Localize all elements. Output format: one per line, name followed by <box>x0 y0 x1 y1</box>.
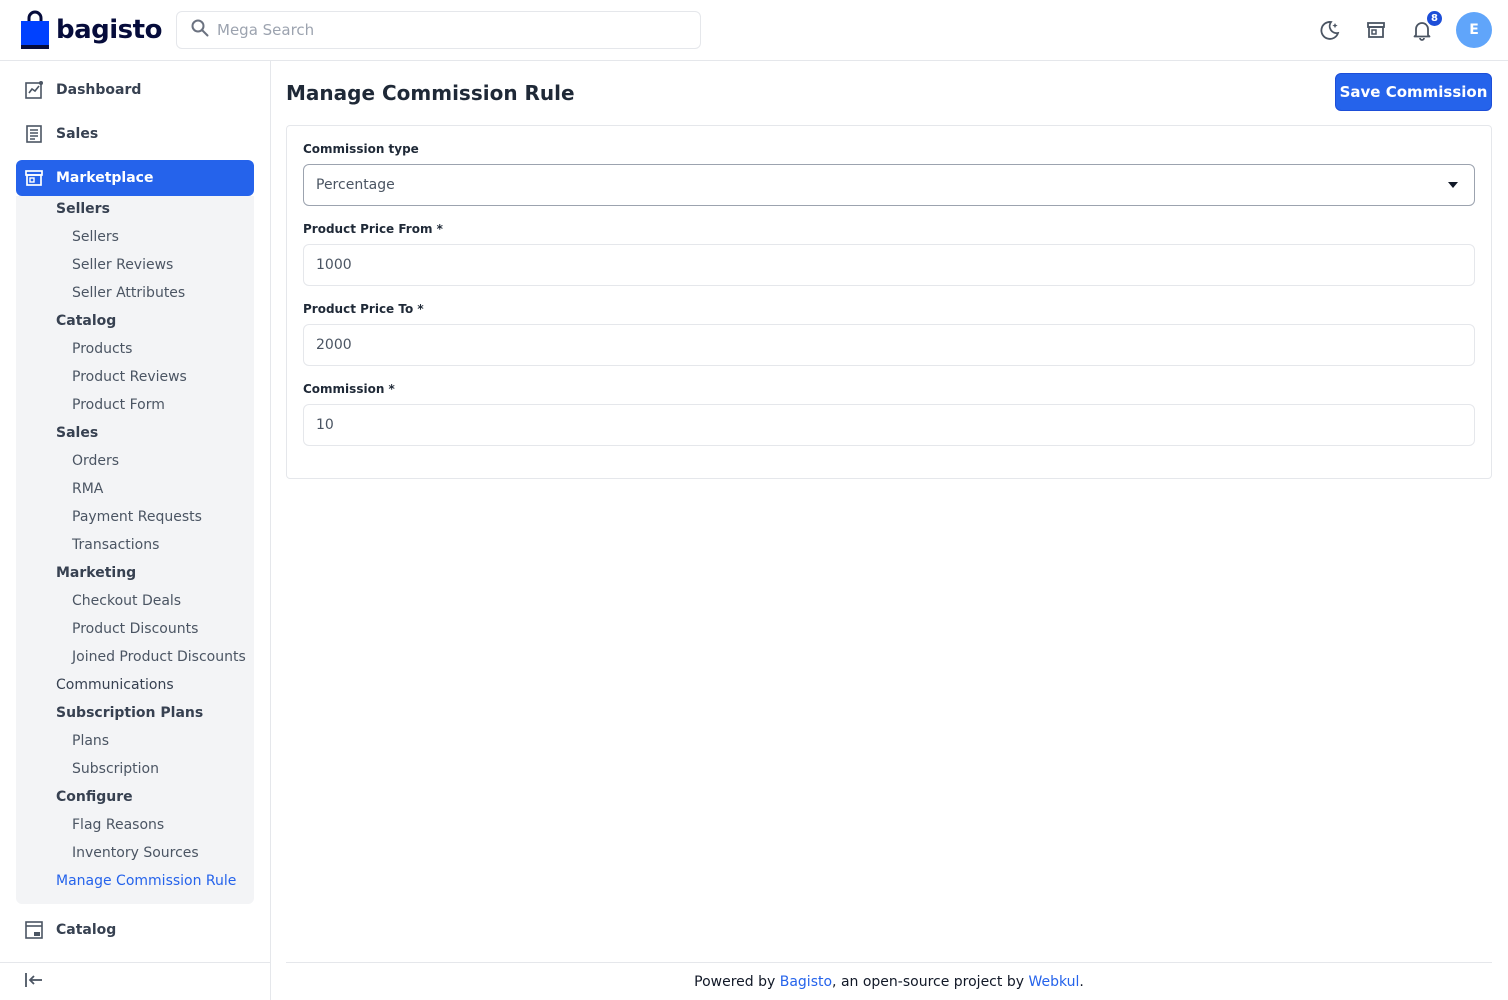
price-to-value: 2000 <box>316 337 352 353</box>
sidebar-subitem[interactable]: Communications <box>56 677 174 693</box>
sidebar-subitem[interactable]: Configure <box>56 789 133 805</box>
sidebar-subitem[interactable]: Subscription Plans <box>56 705 203 721</box>
price-to-label: Product Price To * <box>303 302 424 316</box>
page-title: Manage Commission Rule <box>286 81 575 105</box>
label-text: Commission <box>303 382 385 396</box>
save-commission-button[interactable]: Save Commission <box>1335 73 1492 111</box>
sidebar-item-dashboard[interactable]: Dashboard <box>16 72 254 108</box>
notification-count-badge: 8 <box>1425 9 1444 28</box>
sidebar-subitem[interactable]: Sales <box>56 425 98 441</box>
search-input[interactable] <box>217 21 677 39</box>
commission-form-card: Commission type Percentage Product Price… <box>286 125 1492 479</box>
footer-suffix: . <box>1079 973 1084 990</box>
sidebar-item-marketplace[interactable]: Marketplace <box>16 160 254 196</box>
label-text: Product Price To <box>303 302 414 316</box>
shopping-bag-icon <box>20 10 50 50</box>
sidebar-subitem[interactable]: Product Reviews <box>72 369 187 385</box>
dropdown-caret-icon <box>1448 182 1458 188</box>
sidebar-item-catalog[interactable]: Catalog <box>16 912 254 948</box>
brand-name: bagisto <box>56 15 162 45</box>
top-bar: bagisto 8 E <box>0 0 1508 61</box>
sidebar-subitem[interactable]: Inventory Sources <box>72 845 199 861</box>
price-from-value: 1000 <box>316 257 352 273</box>
price-to-input[interactable]: 2000 <box>303 324 1475 366</box>
commission-value: 10 <box>316 417 334 433</box>
dashboard-chart-icon <box>24 80 44 100</box>
sidebar-subitem-current[interactable]: Manage Commission Rule <box>56 873 236 889</box>
sidebar-subitem[interactable]: Orders <box>72 453 119 469</box>
marketplace-store-icon <box>24 168 44 188</box>
sidebar-item-label: Sales <box>56 126 99 142</box>
sidebar-subitem[interactable]: Transactions <box>72 537 159 553</box>
required-asterisk: * <box>436 222 443 236</box>
commission-label: Commission * <box>303 382 395 396</box>
mega-search[interactable] <box>176 11 701 49</box>
storefront-icon[interactable] <box>1364 18 1388 42</box>
sidebar-subitem[interactable]: Flag Reasons <box>72 817 164 833</box>
required-asterisk: * <box>388 382 395 396</box>
collapse-sidebar-button[interactable] <box>0 962 271 1000</box>
search-icon <box>191 19 209 41</box>
header-actions: 8 E <box>1318 9 1492 48</box>
sidebar-item-sales[interactable]: Sales <box>16 116 254 152</box>
user-avatar[interactable]: E <box>1456 12 1492 48</box>
sidebar-subitem[interactable]: Sellers <box>72 229 119 245</box>
sidebar-subitem[interactable]: Sellers <box>56 201 110 217</box>
sidebar-subitem[interactable]: Checkout Deals <box>72 593 181 609</box>
sidebar-subitem[interactable]: Joined Product Discounts <box>72 649 246 665</box>
sidebar-subitem[interactable]: Payment Requests <box>72 509 202 525</box>
catalog-icon <box>24 920 44 940</box>
commission-type-label: Commission type <box>303 142 419 156</box>
sidebar-subitem[interactable]: Products <box>72 341 132 357</box>
sidebar-subitem[interactable]: Plans <box>72 733 109 749</box>
sidebar-subitem[interactable]: Catalog <box>56 313 116 329</box>
sidebar-subitem[interactable]: Seller Reviews <box>72 257 173 273</box>
price-from-input[interactable]: 1000 <box>303 244 1475 286</box>
dark-mode-icon[interactable] <box>1318 18 1342 42</box>
receipt-icon <box>24 124 44 144</box>
sidebar-subitem[interactable]: Seller Attributes <box>72 285 185 301</box>
brand-logo[interactable]: bagisto <box>20 10 162 50</box>
commission-type-value: Percentage <box>316 177 395 193</box>
webkul-link[interactable]: Webkul <box>1028 974 1079 990</box>
sidebar-subitem[interactable]: Marketing <box>56 565 136 581</box>
collapse-arrow-icon <box>24 970 44 994</box>
required-asterisk: * <box>417 302 424 316</box>
sidebar-item-label: Dashboard <box>56 82 142 98</box>
sidebar: Dashboard Sales Marketplace Sellers Selle… <box>0 61 271 1000</box>
label-text: Product Price From <box>303 222 433 236</box>
notification-bell-icon[interactable]: 8 <box>1410 9 1444 42</box>
marketplace-submenu: Sellers Sellers Seller Reviews Seller Attri… <box>16 196 254 904</box>
footer-middle: , an open-source project by <box>832 973 1024 990</box>
label-text: Commission type <box>303 142 419 156</box>
sidebar-subitem[interactable]: Product Discounts <box>72 621 198 637</box>
footer-prefix: Powered by <box>694 973 776 990</box>
sidebar-subitem[interactable]: Subscription <box>72 761 159 777</box>
bagisto-link[interactable]: Bagisto <box>780 974 832 990</box>
price-from-label: Product Price From * <box>303 222 443 236</box>
sidebar-item-label: Catalog <box>56 922 117 938</box>
sidebar-subitem[interactable]: RMA <box>72 481 103 497</box>
sidebar-subitem[interactable]: Product Form <box>72 397 165 413</box>
commission-type-select[interactable]: Percentage <box>303 164 1475 206</box>
footer: Powered by Bagisto, an open-source proje… <box>286 962 1492 1000</box>
commission-input[interactable]: 10 <box>303 404 1475 446</box>
sidebar-item-label: Marketplace <box>56 170 154 186</box>
